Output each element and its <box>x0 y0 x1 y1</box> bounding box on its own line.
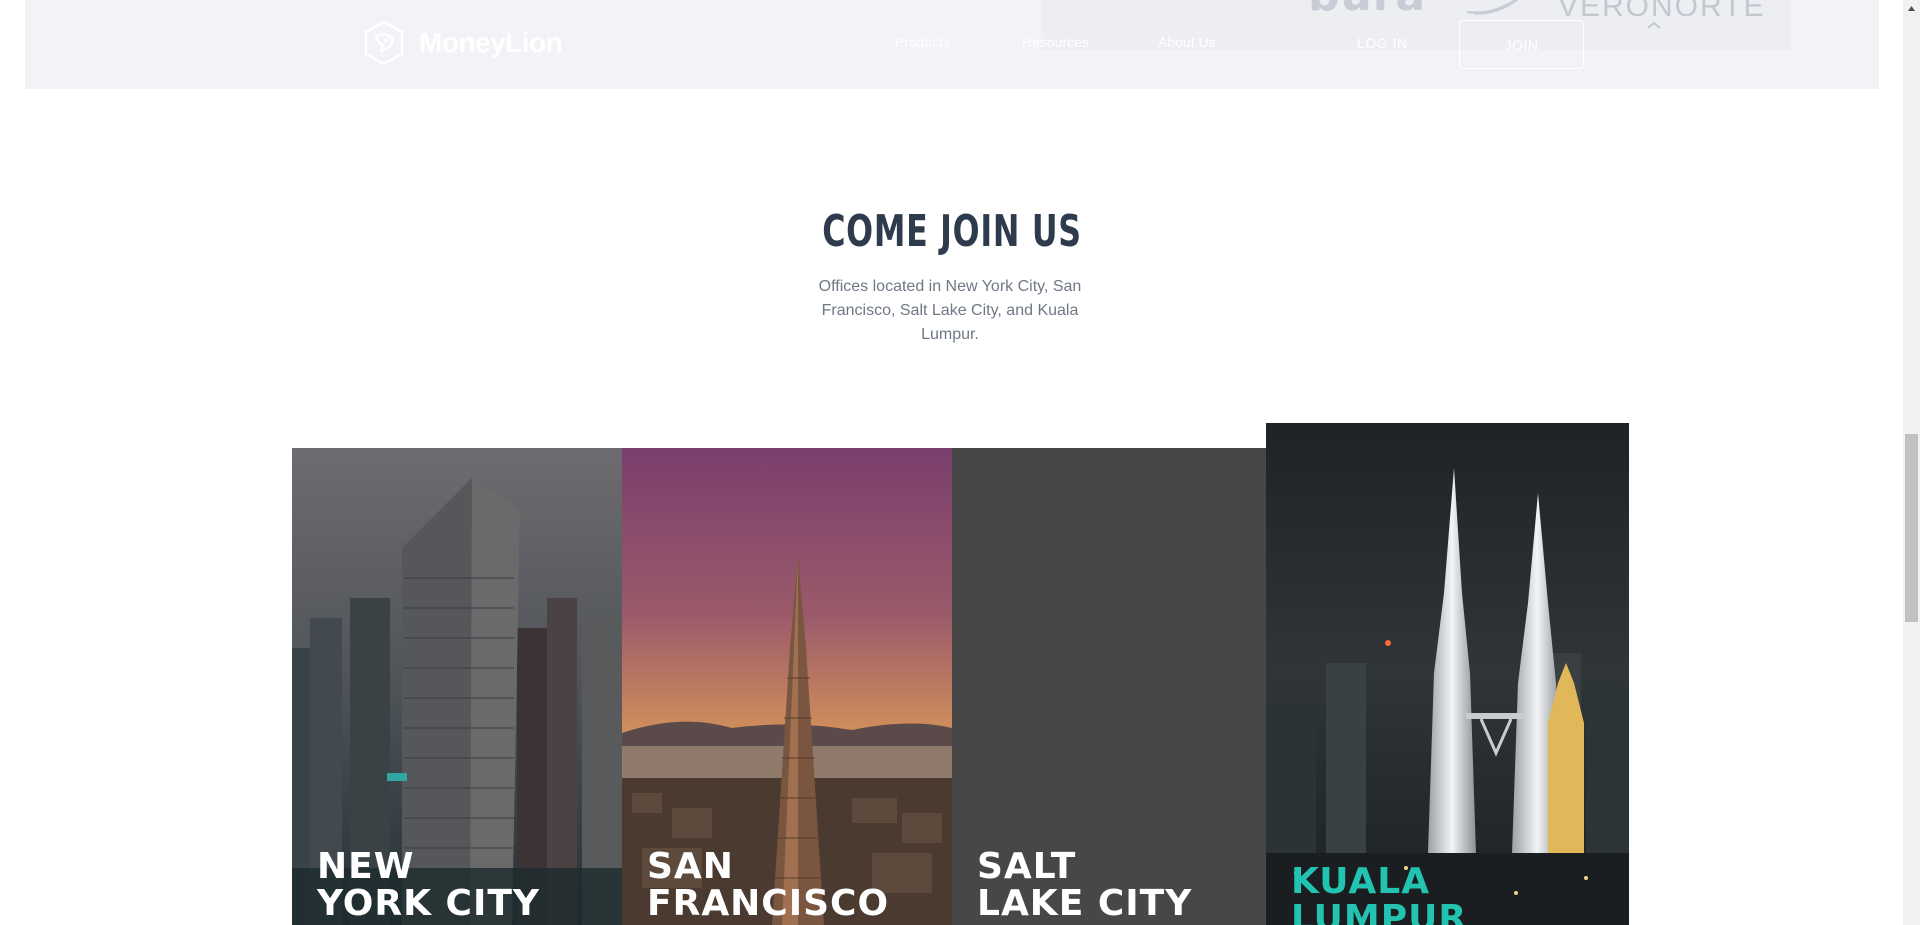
nav-resources[interactable]: Resources <box>1022 34 1089 50</box>
join-button[interactable]: JOIN <box>1459 20 1584 69</box>
office-tile-kuala-lumpur[interactable]: KUALA LUMPUR <box>1266 423 1629 925</box>
nav-products[interactable]: Products <box>895 34 950 50</box>
page: bura VERONORTE MoneyLion Products Resour… <box>0 0 1920 925</box>
vertical-scrollbar[interactable] <box>1903 0 1920 925</box>
city-label-san-francisco: SAN FRANCISCO <box>647 846 890 924</box>
scrollbar-thumb[interactable] <box>1905 434 1918 622</box>
moneylion-lion-icon[interactable] <box>361 20 407 66</box>
office-tile-new-york[interactable]: NEW YORK CITY <box>292 448 622 925</box>
site-header: bura VERONORTE MoneyLion Products Resour… <box>25 0 1879 89</box>
office-tile-san-francisco[interactable]: SAN FRANCISCO <box>622 448 952 925</box>
login-link[interactable]: LOG IN <box>1357 35 1407 51</box>
section-subtitle: Offices located in New York City, San Fr… <box>818 278 1082 343</box>
city-label-new-york: NEW YORK CITY <box>317 846 540 924</box>
city-label-kuala-lumpur: KUALA LUMPUR <box>1291 861 1468 925</box>
partner-logo-bura: bura <box>1308 0 1426 21</box>
kuala-lumpur-photo <box>1266 423 1629 925</box>
office-tile-salt-lake-city[interactable]: SALT LAKE CITY <box>952 448 1266 925</box>
section-title: COME JOIN US <box>822 206 1082 257</box>
nav-about-us[interactable]: About Us <box>1158 34 1216 50</box>
brand-name[interactable]: MoneyLion <box>419 27 563 59</box>
scroll-up-arrow-icon[interactable] <box>1903 0 1920 17</box>
city-label-salt-lake-city: SALT LAKE CITY <box>977 846 1193 924</box>
caret-up-icon <box>1647 21 1661 29</box>
partner-swoosh-icon <box>1466 0 1518 15</box>
